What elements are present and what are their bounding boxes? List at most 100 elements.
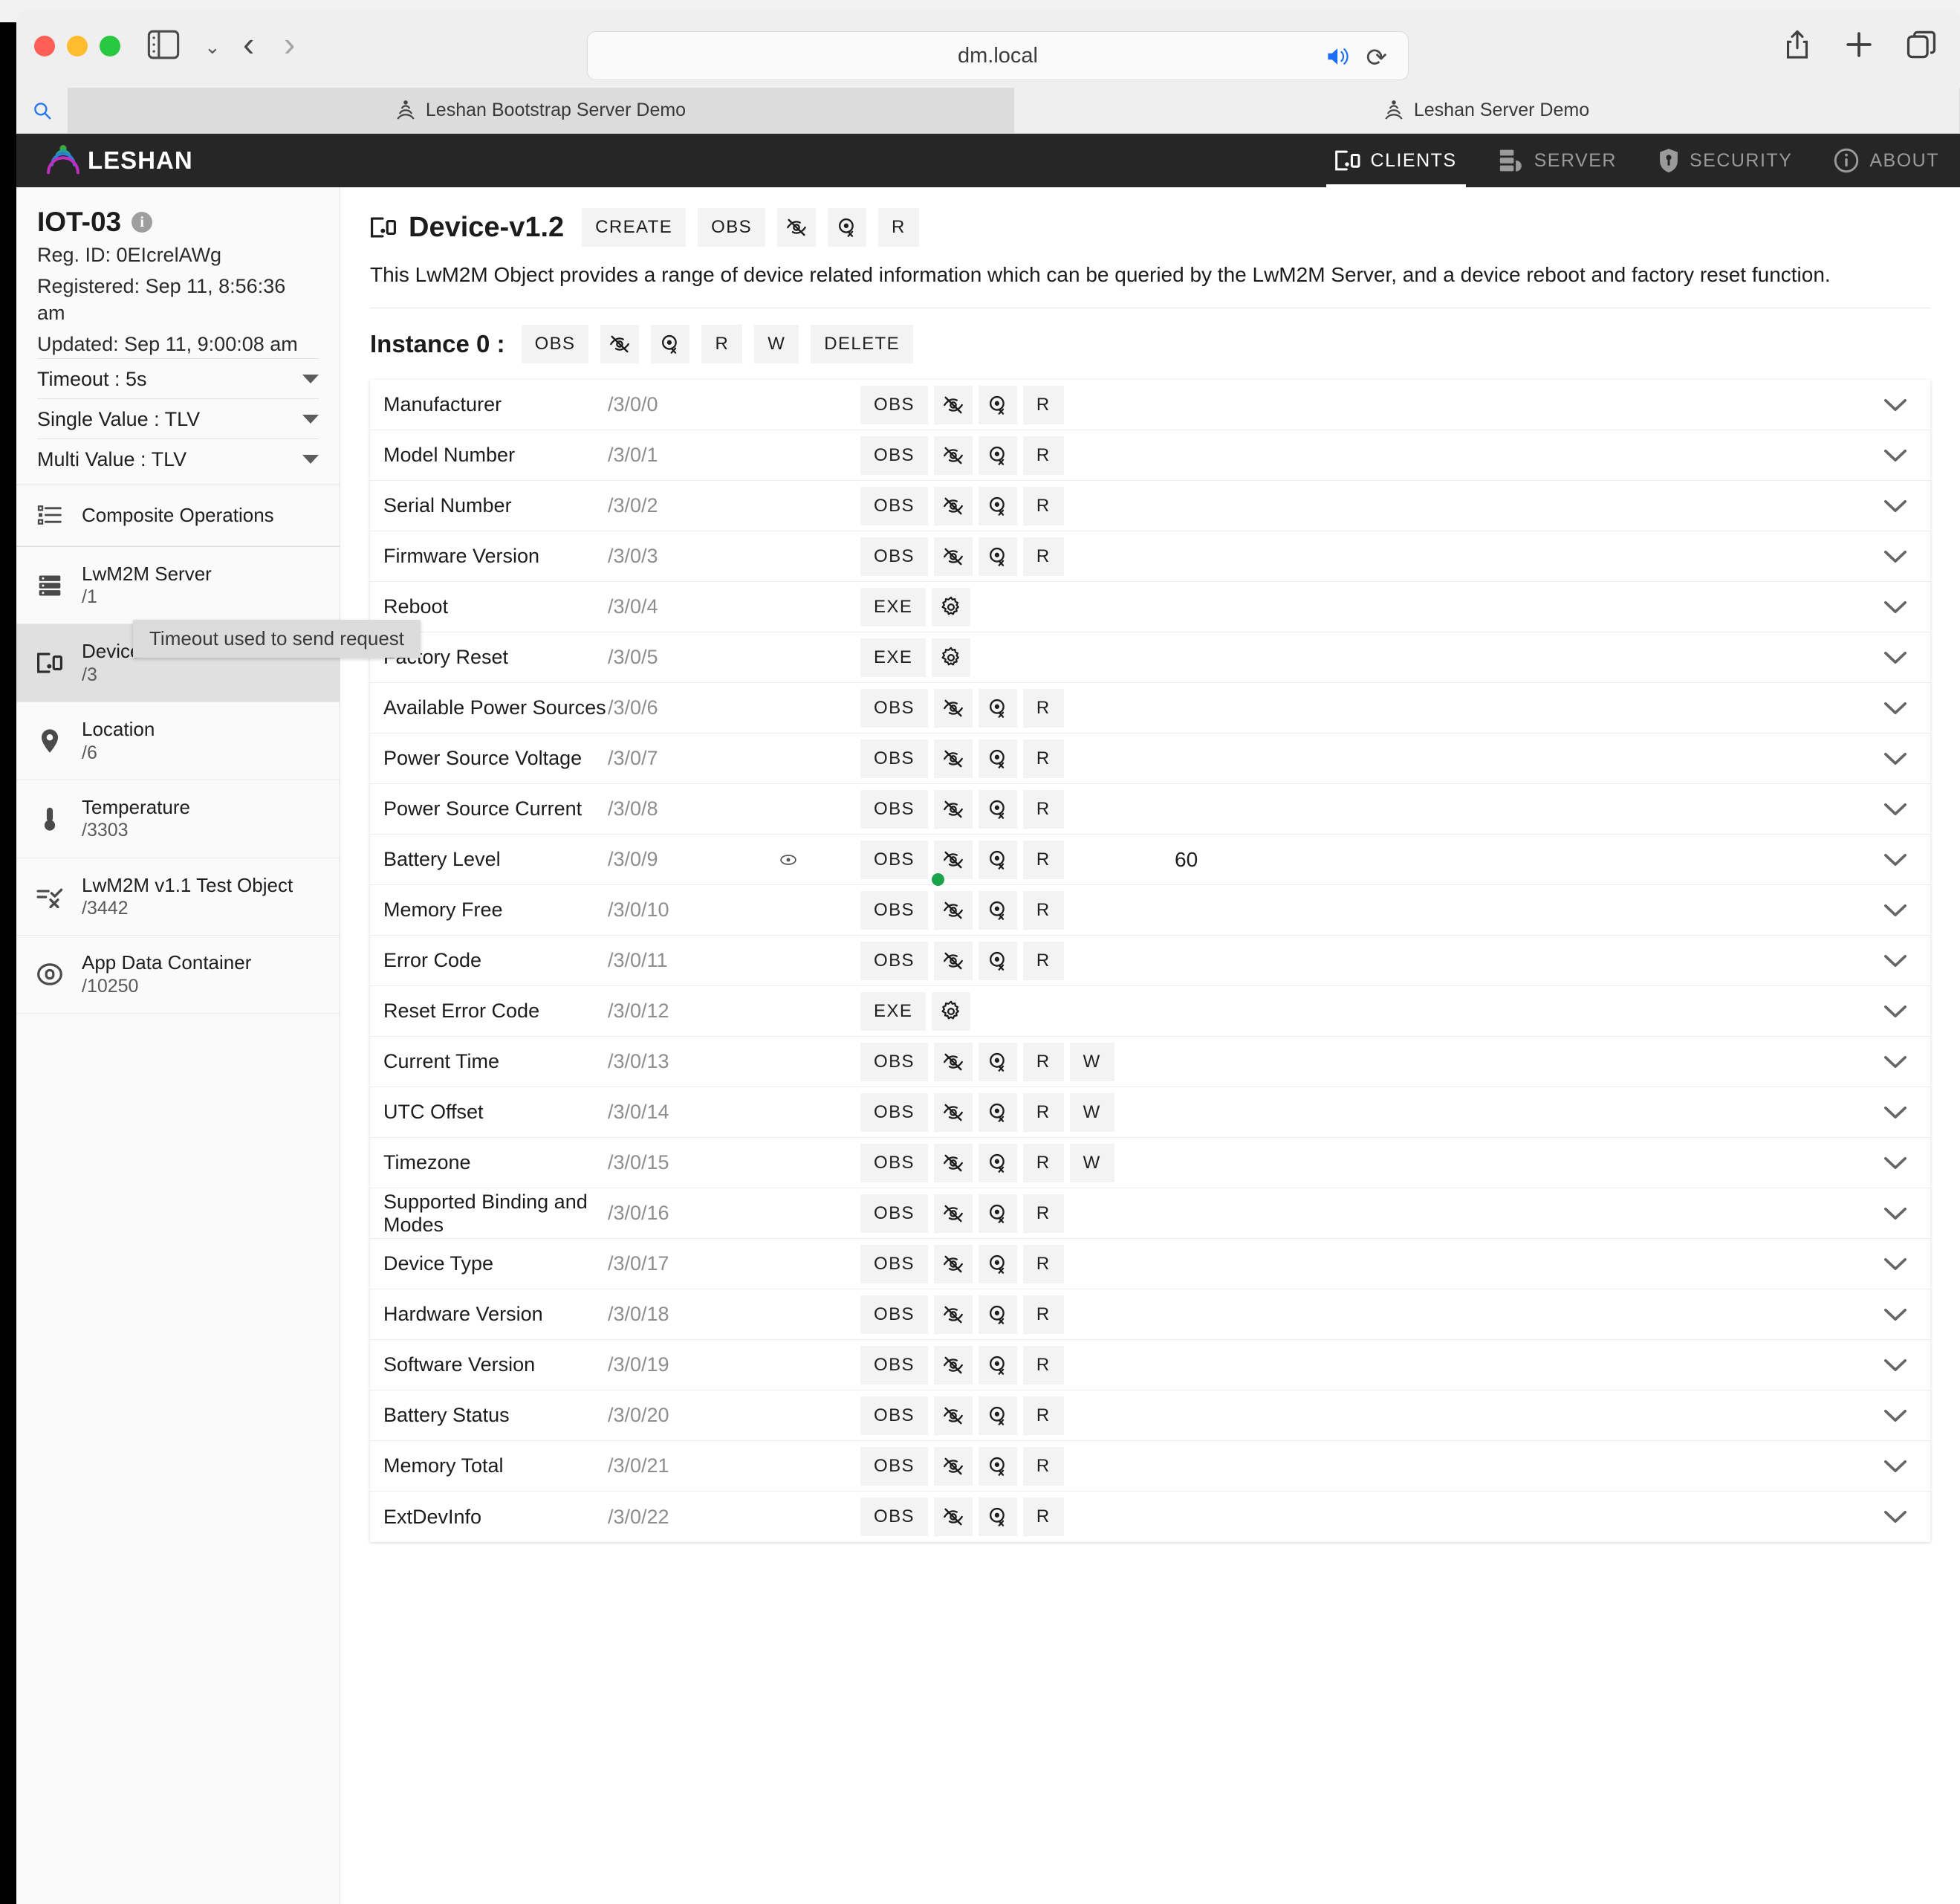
resource-cancel-observe-button[interactable] xyxy=(933,1042,973,1081)
chevron-down-icon[interactable] xyxy=(1883,1357,1908,1373)
resource-cancel-observe-button[interactable] xyxy=(933,789,973,829)
resource-obs-button[interactable]: OBS xyxy=(860,385,928,424)
resource-read-button[interactable]: R xyxy=(1022,840,1064,879)
resource-cancel-observe-button[interactable] xyxy=(933,385,973,424)
chevron-down-icon[interactable] xyxy=(1883,751,1908,767)
resource-obs-button[interactable]: OBS xyxy=(860,435,928,475)
chevron-down-icon[interactable] xyxy=(1883,397,1908,413)
resource-observe-status-button[interactable] xyxy=(978,486,1017,525)
nav-item-security[interactable]: SECURITY xyxy=(1638,134,1813,187)
resource-obs-button[interactable]: OBS xyxy=(860,890,928,930)
resource-read-button[interactable]: R xyxy=(1022,941,1064,980)
resource-observe-status-button[interactable] xyxy=(978,1194,1017,1233)
instance-delete-button[interactable]: DELETE xyxy=(811,325,914,363)
resource-read-button[interactable]: R xyxy=(1022,1042,1064,1081)
chevron-down-icon[interactable] xyxy=(1883,498,1908,514)
chevron-down-icon[interactable] xyxy=(1883,1306,1908,1323)
chevron-down-icon[interactable]: ⌄ xyxy=(204,36,221,59)
resource-read-button[interactable]: R xyxy=(1022,1396,1064,1435)
resource-obs-button[interactable]: OBS xyxy=(860,1194,928,1233)
resource-settings-button[interactable] xyxy=(932,638,971,677)
resource-read-button[interactable]: R xyxy=(1022,486,1064,525)
resource-observe-status-button[interactable] xyxy=(978,789,1017,829)
chevron-down-icon[interactable] xyxy=(1883,801,1908,817)
resource-exec-button[interactable]: EXE xyxy=(860,587,927,626)
tab-search-button[interactable] xyxy=(16,88,68,133)
resource-cancel-observe-button[interactable] xyxy=(933,1244,973,1283)
resource-write-button[interactable]: W xyxy=(1069,1092,1114,1132)
resource-cancel-observe-button[interactable] xyxy=(933,537,973,576)
resource-obs-button[interactable]: OBS xyxy=(860,1042,928,1081)
resource-cancel-observe-button[interactable] xyxy=(933,1092,973,1132)
timeout-select[interactable]: Timeout : 5s xyxy=(37,357,319,398)
resource-obs-button[interactable]: OBS xyxy=(860,1446,928,1486)
resource-obs-button[interactable]: OBS xyxy=(860,1244,928,1283)
resource-observe-status-button[interactable] xyxy=(978,840,1017,879)
resource-obs-button[interactable]: OBS xyxy=(860,1396,928,1435)
chevron-down-icon[interactable] xyxy=(1883,902,1908,919)
resource-read-button[interactable]: R xyxy=(1022,385,1064,424)
resource-observe-status-button[interactable] xyxy=(978,688,1017,728)
tab-leshan-server-demo[interactable]: Leshan Server Demo xyxy=(1014,88,1960,133)
sidebar-item-app-data-container[interactable]: App Data Container /10250 xyxy=(16,936,340,1014)
chevron-down-icon[interactable] xyxy=(1883,852,1908,868)
instance-write-button[interactable]: W xyxy=(754,325,799,363)
sidebar-item-location[interactable]: Location /6 xyxy=(16,702,340,780)
resource-cancel-observe-button[interactable] xyxy=(933,1295,973,1334)
chevron-down-icon[interactable] xyxy=(1883,1054,1908,1070)
sidebar-item-lwm2m-server[interactable]: LwM2M Server /1 xyxy=(16,547,340,625)
resource-cancel-observe-button[interactable] xyxy=(933,739,973,778)
resource-obs-button[interactable]: OBS xyxy=(860,840,928,879)
resource-obs-button[interactable]: OBS xyxy=(860,688,928,728)
sidebar-toggle-icon[interactable] xyxy=(147,30,180,59)
tab-overview-icon[interactable] xyxy=(1907,30,1938,59)
object-read-button[interactable]: R xyxy=(878,208,919,247)
object-obs-button[interactable]: OBS xyxy=(698,208,766,247)
resource-obs-button[interactable]: OBS xyxy=(860,1295,928,1334)
resource-observe-status-button[interactable] xyxy=(978,385,1017,424)
resource-observe-status-button[interactable] xyxy=(978,1446,1017,1486)
chevron-down-icon[interactable] xyxy=(1883,1408,1908,1424)
resource-observe-status-button[interactable] xyxy=(978,890,1017,930)
resource-observe-status-button[interactable] xyxy=(978,1497,1017,1536)
resource-cancel-observe-button[interactable] xyxy=(933,1497,973,1536)
resource-cancel-observe-button[interactable] xyxy=(933,1446,973,1486)
resource-read-button[interactable]: R xyxy=(1022,789,1064,829)
resource-read-button[interactable]: R xyxy=(1022,1295,1064,1334)
object-observe-status-button[interactable] xyxy=(828,208,867,247)
resource-cancel-observe-button[interactable] xyxy=(933,1396,973,1435)
resource-obs-button[interactable]: OBS xyxy=(860,1497,928,1536)
resource-obs-button[interactable]: OBS xyxy=(860,486,928,525)
back-arrow-icon[interactable]: ‹ xyxy=(243,24,254,64)
resource-cancel-observe-button[interactable] xyxy=(933,688,973,728)
resource-cancel-observe-button[interactable] xyxy=(933,1345,973,1385)
resource-cancel-observe-button[interactable] xyxy=(933,1143,973,1182)
forward-arrow-icon[interactable]: › xyxy=(284,24,295,64)
chevron-down-icon[interactable] xyxy=(1883,548,1908,565)
chevron-down-icon[interactable] xyxy=(1883,447,1908,464)
resource-read-button[interactable]: R xyxy=(1022,1345,1064,1385)
resource-read-button[interactable]: R xyxy=(1022,1143,1064,1182)
resource-obs-button[interactable]: OBS xyxy=(860,739,928,778)
address-bar[interactable]: dm.local ⟳ xyxy=(587,31,1409,80)
chevron-down-icon[interactable] xyxy=(1883,650,1908,666)
single-value-select[interactable]: Single Value : TLV xyxy=(37,398,319,438)
resource-cancel-observe-button[interactable] xyxy=(933,1194,973,1233)
resource-read-button[interactable]: R xyxy=(1022,537,1064,576)
instance-observe-status-button[interactable] xyxy=(651,325,690,363)
resource-observe-status-button[interactable] xyxy=(978,1244,1017,1283)
resource-exec-button[interactable]: EXE xyxy=(860,991,927,1031)
resource-cancel-observe-button[interactable] xyxy=(933,941,973,980)
resource-read-button[interactable]: R xyxy=(1022,1446,1064,1486)
resource-obs-button[interactable]: OBS xyxy=(860,537,928,576)
nav-item-server[interactable]: SERVER xyxy=(1478,134,1638,187)
reload-icon[interactable]: ⟳ xyxy=(1366,43,1388,73)
resource-observe-status-button[interactable] xyxy=(978,1143,1017,1182)
resource-observe-status-button[interactable] xyxy=(978,1396,1017,1435)
resource-write-button[interactable]: W xyxy=(1069,1143,1114,1182)
resource-settings-button[interactable] xyxy=(932,587,971,626)
chevron-down-icon[interactable] xyxy=(1883,1155,1908,1171)
resource-read-button[interactable]: R xyxy=(1022,1092,1064,1132)
nav-item-about[interactable]: ABOUT xyxy=(1813,134,1960,187)
resource-obs-button[interactable]: OBS xyxy=(860,1143,928,1182)
